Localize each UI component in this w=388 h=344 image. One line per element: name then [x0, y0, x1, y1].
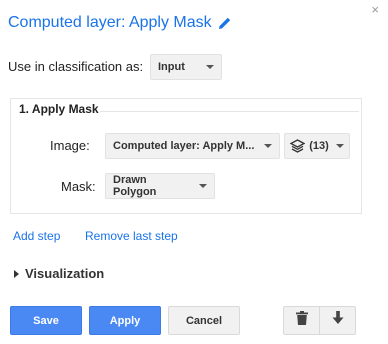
download-button[interactable] — [319, 306, 356, 335]
image-label: Image: — [50, 138, 90, 153]
remove-last-step-link[interactable]: Remove last step — [85, 229, 178, 243]
visualization-toggle[interactable]: Visualization — [14, 266, 104, 281]
dialog-title: Computed layer: Apply Mask — [8, 14, 212, 31]
classification-dropdown[interactable]: Input — [150, 54, 222, 80]
classification-row: Use in classification as: — [8, 54, 143, 80]
step-panel: 1. Apply Mask Image: Computed layer: App… — [10, 98, 362, 214]
trash-icon — [295, 311, 308, 330]
download-icon — [332, 311, 344, 330]
delete-button[interactable] — [283, 306, 320, 335]
mask-label: Mask: — [61, 179, 96, 194]
mask-value: Drawn Polygon — [113, 174, 157, 198]
chevron-down-icon — [336, 144, 344, 148]
image-value: Computed layer: Apply M... — [113, 140, 255, 152]
apply-button[interactable]: Apply — [89, 306, 161, 335]
chevron-down-icon — [199, 184, 207, 188]
layers-count: (13) — [309, 140, 329, 152]
pencil-icon[interactable] — [218, 16, 232, 30]
image-dropdown[interactable]: Computed layer: Apply M... — [105, 133, 280, 159]
chevron-down-icon — [264, 144, 272, 148]
layers-icon — [289, 138, 306, 154]
chevron-down-icon — [206, 65, 214, 69]
caret-right-icon — [14, 269, 19, 278]
step-divider — [100, 111, 359, 112]
step-title: 1. Apply Mask — [19, 102, 99, 116]
add-step-link[interactable]: Add step — [13, 229, 60, 243]
save-button[interactable]: Save — [10, 306, 82, 335]
classification-label: Use in classification as: — [8, 59, 144, 74]
cancel-button[interactable]: Cancel — [168, 306, 240, 335]
classification-value: Input — [158, 61, 185, 73]
visualization-label: Visualization — [25, 266, 105, 281]
title-row: Computed layer: Apply Mask — [8, 14, 232, 32]
mask-dropdown[interactable]: Drawn Polygon — [105, 173, 215, 199]
close-icon[interactable]: × — [371, 3, 379, 16]
layers-dropdown[interactable]: (13) — [284, 133, 350, 159]
